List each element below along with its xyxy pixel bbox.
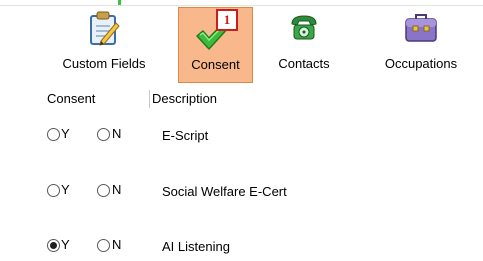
radio-no-label: N: [112, 237, 122, 252]
telephone-icon: [291, 15, 317, 40]
header-description: Description: [152, 91, 218, 106]
radio-no[interactable]: [97, 128, 110, 141]
consent-description: AI Listening: [162, 239, 230, 254]
consent-row: Y N E-Script: [0, 124, 483, 148]
radio-yes[interactable]: [47, 128, 60, 141]
toolbar-custom-fields-button[interactable]: Custom Fields: [50, 7, 158, 83]
radio-selected-dot: [50, 242, 57, 249]
toolbar-contacts-label: Contacts: [278, 56, 330, 71]
radio-yes[interactable]: [47, 184, 60, 197]
toolbar-occupations-label: Occupations: [384, 56, 458, 71]
radio-yes-label: Y: [61, 182, 70, 197]
consent-row: Y N AI Listening: [0, 235, 483, 259]
consent-description: Social Welfare E-Cert: [162, 184, 287, 199]
toolbar-custom-fields-label: Custom Fields: [62, 56, 146, 71]
header-consent: Consent: [47, 91, 96, 106]
radio-yes-label: Y: [61, 126, 70, 141]
toolbar-consent-label: Consent: [191, 57, 240, 72]
radio-no[interactable]: [97, 184, 110, 197]
briefcase-icon: [405, 14, 437, 42]
consent-row: Y N Social Welfare E-Cert: [0, 180, 483, 204]
radio-yes-selected[interactable]: [47, 239, 60, 252]
custom-fields-icon: [90, 11, 120, 46]
toolbar: Custom Fields 1 Consent Contacts Occupat…: [0, 5, 483, 85]
radio-no-label: N: [112, 126, 122, 141]
consent-count-badge: 1: [216, 9, 238, 31]
toolbar-consent-button[interactable]: 1 Consent: [178, 7, 253, 83]
consent-description: E-Script: [162, 128, 209, 143]
radio-no-label: N: [112, 182, 122, 197]
header-divider: [149, 90, 150, 108]
toolbar-contacts-button[interactable]: Contacts: [268, 7, 340, 83]
radio-yes-label: Y: [61, 237, 70, 252]
table-header: Consent Description: [0, 88, 483, 110]
toolbar-occupations-button[interactable]: Occupations: [371, 7, 471, 83]
radio-no[interactable]: [97, 239, 110, 252]
